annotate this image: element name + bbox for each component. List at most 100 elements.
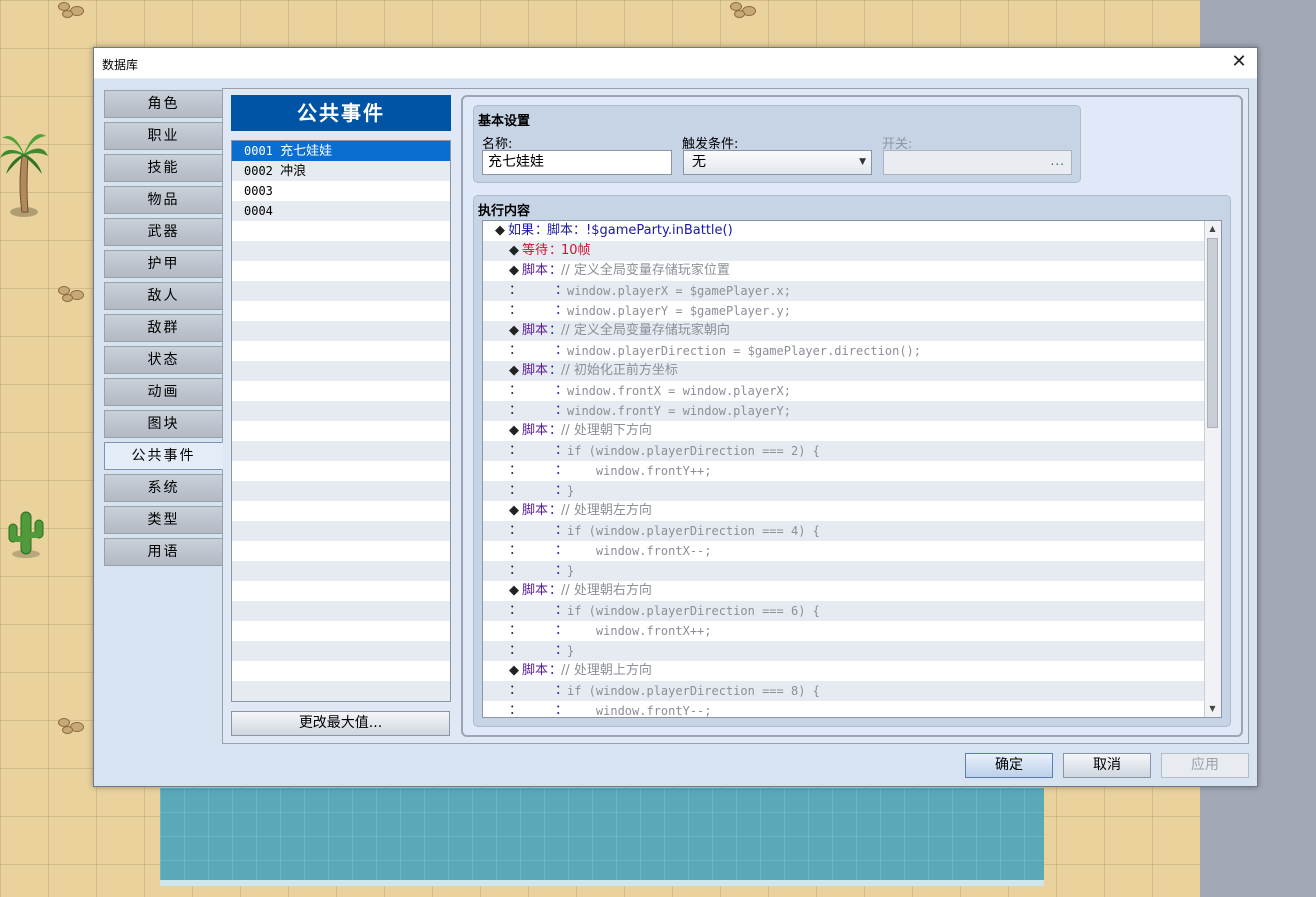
event-id: 0001 [244,144,273,158]
ok-button[interactable]: 确定 [965,753,1053,778]
chevron-down-icon: ▼ [859,157,866,167]
event-settings-panel: 基本设置 名称: 充七娃娃 触发条件: 无 ▼ 开关: ... 执行内容 ◆ 如果… [461,95,1243,737]
command-line[interactable]: ◆ 如果：脚本：!$gameParty.inBattle() [483,221,1205,241]
continuation-marker: ： [509,483,523,498]
name-input[interactable]: 充七娃娃 [482,150,672,175]
command-line[interactable]: ：：} [483,481,1205,501]
continuation-marker: ： [509,603,523,618]
nav-item-3[interactable]: 物品 [104,186,223,214]
command-line[interactable]: ：： if (window.playerDirection === 2) { [483,441,1205,461]
script-code: window.frontX = window.playerX; [567,384,791,398]
script-code: window.playerY = $gamePlayer.y; [567,304,791,318]
event-list-item[interactable]: 0001 充七娃娃 [232,141,450,161]
command-line[interactable]: ：： window.frontY--; [483,701,1205,717]
command-line[interactable]: ◆ 脚本：// 处理朝下方向 [483,421,1205,441]
script-code: window.frontY++; [567,464,712,478]
nav-item-13[interactable]: 类型 [104,506,223,534]
basic-settings-group: 基本设置 名称: 充七娃娃 触发条件: 无 ▼ 开关: ... [473,105,1081,183]
script-comment: // 处理朝上方向 [561,663,652,678]
vertical-scrollbar[interactable]: ▲ ▼ [1204,221,1221,717]
command-line[interactable]: ◆ 脚本：// 初始化正前方坐标 [483,361,1205,381]
nav-item-14[interactable]: 用语 [104,538,223,566]
script-code: window.frontX--; [567,544,712,558]
command-line[interactable]: ◆ 脚本：// 处理朝上方向 [483,661,1205,681]
command-line[interactable]: ◆ 等待： 10帧 [483,241,1205,261]
scroll-down-icon[interactable]: ▼ [1205,701,1220,717]
script-code: window.frontY--; [567,704,712,717]
command-line[interactable]: ：： window.frontX++; [483,621,1205,641]
nav-item-10[interactable]: 图块 [104,410,223,438]
scroll-thumb[interactable] [1207,238,1218,428]
command-line[interactable]: ：：} [483,641,1205,661]
script-code: window.playerDirection = $gamePlayer.dir… [567,344,922,358]
script-code: window.frontY = window.playerY; [567,404,791,418]
nav-item-4[interactable]: 武器 [104,218,223,246]
event-list-item[interactable]: 0002 冲浪 [232,161,450,181]
command-line[interactable]: ：： window.frontY++; [483,461,1205,481]
trigger-select[interactable]: 无 ▼ [683,150,872,175]
command-line[interactable]: ：： if (window.playerDirection === 8) { [483,681,1205,701]
continuation-marker: ： [509,543,523,558]
command-name: 如果 [508,223,535,238]
command-diamond-icon: ◆ [509,263,519,278]
continuation-marker: ： [509,703,523,717]
command-argument: 10帧 [561,243,591,258]
command-name: 脚本 [522,363,549,378]
command-line[interactable]: ：： window.frontX = window.playerX; [483,381,1205,401]
script-code: if (window.playerDirection === 6) { [567,604,820,618]
nav-item-6[interactable]: 敌人 [104,282,223,310]
continuation-marker: ： [509,303,523,318]
command-line[interactable]: ：：} [483,561,1205,581]
command-line[interactable]: ：： if (window.playerDirection === 4) { [483,521,1205,541]
script-code: } [567,564,575,578]
script-comment: // 处理朝左方向 [561,503,652,518]
continuation-marker: ： [509,383,523,398]
command-diamond-icon: ◆ [509,363,519,378]
rock-decoration [56,716,90,734]
scroll-up-icon[interactable]: ▲ [1205,221,1220,237]
command-line[interactable]: ：： if (window.playerDirection === 6) { [483,601,1205,621]
event-id: 0003 [244,184,273,198]
event-list-item[interactable]: 0003 [232,181,450,201]
event-id: 0002 [244,164,273,178]
nav-item-8[interactable]: 状态 [104,346,223,374]
cancel-button[interactable]: 取消 [1063,753,1151,778]
command-line[interactable]: ：： window.playerY = $gamePlayer.y; [483,301,1205,321]
event-list[interactable]: 0001 充七娃娃 0002 冲浪 0003 0004 [231,140,451,702]
command-line[interactable]: ◆ 脚本：// 处理朝左方向 [483,501,1205,521]
close-icon[interactable]: ✕ [1229,52,1249,72]
script-comment: // 处理朝右方向 [561,583,652,598]
change-max-button[interactable]: 更改最大值... [231,711,450,736]
command-line[interactable]: ：： window.frontX--; [483,541,1205,561]
continuation-marker: ： [509,463,523,478]
continuation-marker: ： [509,563,523,578]
nav-item-2[interactable]: 技能 [104,154,223,182]
title-bar: 数据库 ✕ [94,48,1257,79]
script-code: window.playerX = $gamePlayer.x; [567,284,791,298]
palm-tree-icon [0,134,48,217]
nav-item-1[interactable]: 职业 [104,122,223,150]
command-name: 脚本 [522,423,549,438]
event-name: 冲浪 [280,164,307,179]
continuation-marker: ： [509,523,523,538]
nav-item-9[interactable]: 动画 [104,378,223,406]
nav-item-11[interactable]: 公共事件 [104,442,223,470]
event-list-item[interactable]: 0004 [232,201,450,221]
nav-item-5[interactable]: 护甲 [104,250,223,278]
command-diamond-icon: ◆ [509,243,519,258]
execution-title: 执行内容 [478,204,531,219]
command-line[interactable]: ：： window.playerDirection = $gamePlayer.d… [483,341,1205,361]
event-command-list[interactable]: ◆ 如果：脚本：!$gameParty.inBattle() ◆ 等待： 10帧 ◆ 脚本：… [482,220,1222,718]
script-code: window.frontX++; [567,624,712,638]
nav-item-7[interactable]: 敌群 [104,314,223,342]
event-id: 0004 [244,204,273,218]
script-comment: // 初始化正前方坐标 [561,363,678,378]
command-line[interactable]: ：： window.playerX = $gamePlayer.x; [483,281,1205,301]
continuation-marker: ： [509,443,523,458]
nav-item-12[interactable]: 系统 [104,474,223,502]
command-line[interactable]: ◆ 脚本：// 定义全局变量存储玩家位置 [483,261,1205,281]
nav-item-0[interactable]: 角色 [104,90,223,118]
command-line[interactable]: ：： window.frontY = window.playerY; [483,401,1205,421]
command-line[interactable]: ◆ 脚本：// 定义全局变量存储玩家朝向 [483,321,1205,341]
command-line[interactable]: ◆ 脚本：// 处理朝右方向 [483,581,1205,601]
